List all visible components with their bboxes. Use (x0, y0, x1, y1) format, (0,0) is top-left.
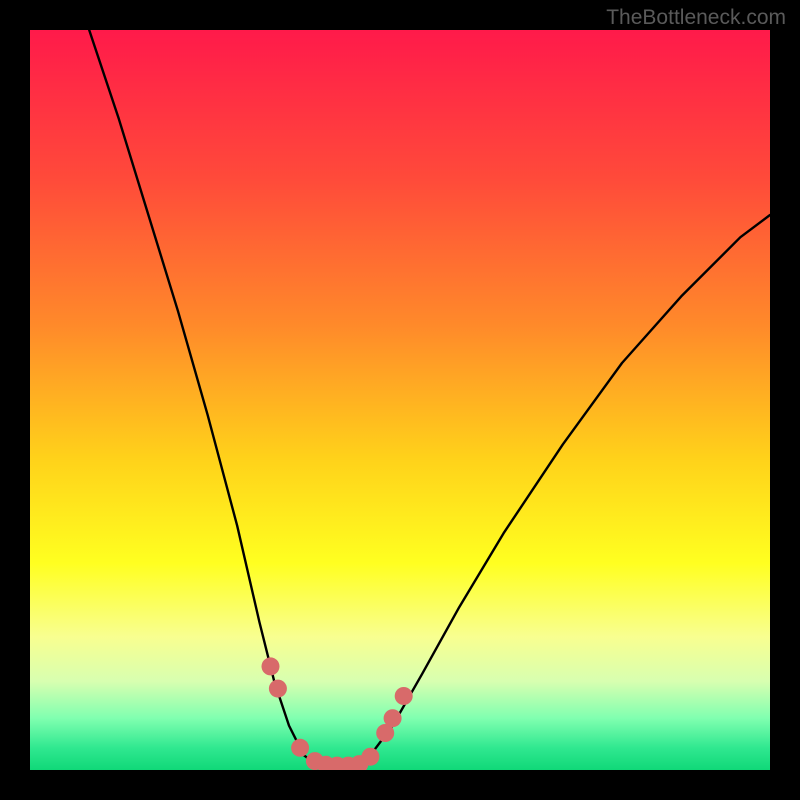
gradient-background (30, 30, 770, 770)
data-marker (395, 687, 413, 705)
data-marker (291, 739, 309, 757)
data-marker (361, 748, 379, 766)
data-marker (384, 709, 402, 727)
chart-svg (30, 30, 770, 770)
watermark-text: TheBottleneck.com (606, 6, 786, 30)
data-marker (262, 657, 280, 675)
bottleneck-chart (30, 30, 770, 770)
data-marker (269, 680, 287, 698)
